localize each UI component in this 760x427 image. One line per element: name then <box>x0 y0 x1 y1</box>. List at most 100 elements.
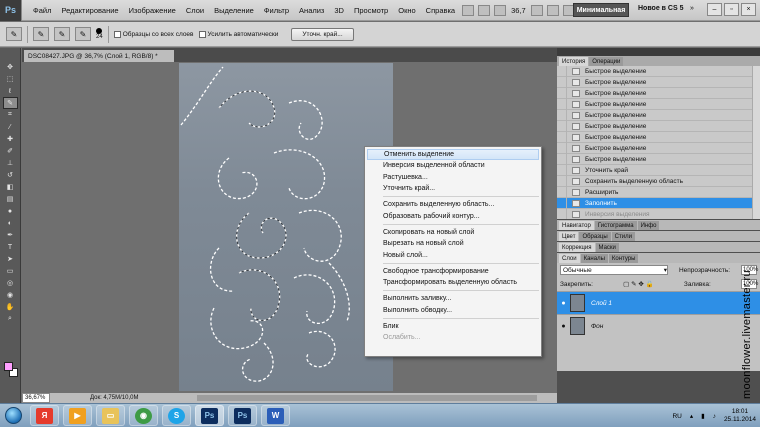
menu-analysis[interactable]: Анализ <box>294 6 329 15</box>
volume-icon[interactable]: ♪ <box>713 413 716 420</box>
workspace-essentials-button[interactable]: Минимальная <box>573 3 629 17</box>
history-brush-source[interactable] <box>557 208 567 219</box>
history-brush-source[interactable] <box>557 197 567 209</box>
shape-tool-icon[interactable]: ▭ <box>4 266 17 276</box>
tab-masks[interactable]: Маски <box>595 243 619 252</box>
dodge-tool-icon[interactable]: ◐ <box>4 218 17 228</box>
tab-swatches[interactable]: Образцы <box>579 232 611 241</box>
minibridge-icon[interactable] <box>478 4 491 16</box>
history-item[interactable]: Быстрое выделение <box>557 87 760 99</box>
menu-filter[interactable]: Фильтр <box>259 6 294 15</box>
history-brush-source[interactable] <box>557 66 567 77</box>
minimize-icon[interactable]: – <box>707 3 722 16</box>
history-item[interactable]: Быстрое выделение <box>557 98 760 110</box>
path-selection-tool-icon[interactable]: ➤ <box>4 254 17 264</box>
arrange-documents-icon[interactable] <box>546 4 559 16</box>
layer-name[interactable]: Слой 1 <box>591 300 612 307</box>
layer-row[interactable]: ● Фон <box>557 314 760 337</box>
3d-rotate-tool-icon[interactable]: ◎ <box>4 278 17 288</box>
type-tool-icon[interactable]: T <box>4 242 17 252</box>
history-item[interactable]: Уточнить край <box>557 164 760 176</box>
history-item-selected[interactable]: Заполнить <box>557 197 760 209</box>
menu-item-refine-edge[interactable]: Уточнить край... <box>365 183 541 194</box>
eyedropper-tool-icon[interactable]: ⁄ <box>4 122 17 132</box>
history-brush-source[interactable] <box>557 87 567 99</box>
pen-tool-icon[interactable]: ✒ <box>4 230 17 240</box>
history-item[interactable]: Быстрое выделение <box>557 76 760 88</box>
tab-channels[interactable]: Каналы <box>580 254 608 263</box>
tab-history[interactable]: История <box>559 57 589 66</box>
workspace-more-icon[interactable]: » <box>690 5 694 12</box>
tab-layers[interactable]: Слои <box>559 254 580 263</box>
taskbar-media-button[interactable]: ▶ <box>63 405 92 426</box>
history-item[interactable]: Быстрое выделение <box>557 66 760 77</box>
menu-item-feather[interactable]: Растушевка... <box>365 172 541 183</box>
menu-edit[interactable]: Редактирование <box>56 6 123 15</box>
tab-navigator[interactable]: Навигатор <box>559 221 594 230</box>
layer-row-selected[interactable]: ● Слой 1 <box>557 291 760 314</box>
taskbar-photoshop2-button[interactable]: Ps <box>228 405 257 426</box>
history-item[interactable]: Быстрое выделение <box>557 120 760 132</box>
history-brush-source[interactable] <box>557 186 567 198</box>
quick-selection-tool-icon[interactable]: ✎ <box>2 97 18 109</box>
taskbar-photoshop-button[interactable]: Ps <box>195 405 224 426</box>
menu-item-stroke[interactable]: Выполнить обводку... <box>365 305 541 316</box>
auto-enhance-checkbox[interactable]: Усилить автоматически <box>198 30 278 38</box>
history-brush-source[interactable] <box>557 98 567 110</box>
new-selection-icon[interactable]: ✎ <box>33 27 49 41</box>
sample-all-layers-checkbox[interactable]: Образцы со всех слоев <box>113 30 194 38</box>
zoom-level[interactable]: 36,7 <box>511 6 526 15</box>
brush-tool-icon[interactable]: ✐ <box>4 146 17 156</box>
tab-adjustments[interactable]: Коррекция <box>559 243 595 252</box>
history-item[interactable]: Расширить <box>557 186 760 198</box>
history-item[interactable]: Быстрое выделение <box>557 142 760 154</box>
menu-window[interactable]: Окно <box>393 6 420 15</box>
tab-color[interactable]: Цвет <box>559 232 579 241</box>
history-item[interactable]: Сохранить выделенную область <box>557 175 760 187</box>
checkbox-icon[interactable] <box>113 30 121 38</box>
menu-item-make-work-path[interactable]: Образовать рабочий контур... <box>365 210 541 221</box>
eraser-tool-icon[interactable]: ◧ <box>4 182 17 192</box>
horizontal-scrollbar[interactable] <box>197 395 537 401</box>
bridge-icon[interactable] <box>462 4 475 16</box>
taskbar-chrome-button[interactable]: ◉ <box>129 405 158 426</box>
blend-mode-select[interactable]: Обычные ▾ <box>560 265 668 275</box>
eye-icon[interactable]: ● <box>557 323 570 330</box>
maximize-icon[interactable]: ▫ <box>724 3 739 16</box>
tab-histogram[interactable]: Гистограмма <box>594 221 637 230</box>
menu-3d[interactable]: 3D <box>329 6 349 15</box>
history-item[interactable]: Быстрое выделение <box>557 109 760 121</box>
healing-brush-tool-icon[interactable]: ✚ <box>4 134 17 144</box>
menu-view[interactable]: Просмотр <box>349 6 393 15</box>
document-tab[interactable]: DSC08427.JPG @ 36,7% (Слой 1, RGB/8) * <box>24 50 174 62</box>
history-brush-tool-icon[interactable]: ↺ <box>4 170 17 180</box>
tab-info[interactable]: Инфо <box>637 221 660 230</box>
start-button[interactable] <box>0 404 26 427</box>
hand-tool-icon[interactable]: ✋ <box>4 302 17 312</box>
menu-item-transform-selection[interactable]: Трансформировать выделенную область <box>365 277 541 288</box>
history-scrollbar[interactable] <box>752 66 760 219</box>
tray-expand-icon[interactable]: ▴ <box>690 412 693 420</box>
history-brush-source[interactable] <box>557 76 567 88</box>
tab-paths[interactable]: Контуры <box>608 254 639 263</box>
history-brush-source[interactable] <box>557 131 567 143</box>
taskbar-skype-button[interactable]: S <box>162 405 191 426</box>
menu-item-layer-via-cut[interactable]: Вырезать на новый слой <box>365 238 541 249</box>
lasso-tool-icon[interactable]: ℓ <box>4 86 17 96</box>
refine-edge-button[interactable]: Уточн. край... <box>291 27 354 41</box>
history-item[interactable]: Быстрое выделение <box>557 131 760 143</box>
menu-item-save-selection[interactable]: Сохранить выделенную область... <box>365 199 541 210</box>
3d-camera-tool-icon[interactable]: ◉ <box>4 290 17 300</box>
layer-name[interactable]: Фон <box>591 323 603 330</box>
menu-item-render-lighting[interactable]: Блик <box>365 321 541 332</box>
network-icon[interactable]: ▮ <box>701 412 705 420</box>
clock[interactable]: 18:01 25.11.2014 <box>724 408 756 424</box>
menu-item-layer-via-copy[interactable]: Скопировать на новый слой <box>365 227 541 238</box>
menu-select[interactable]: Выделение <box>209 6 259 15</box>
eye-icon[interactable]: ● <box>557 300 570 307</box>
clone-stamp-tool-icon[interactable]: ⊥ <box>4 158 17 168</box>
menu-item-fill[interactable]: Выполнить заливку... <box>365 293 541 304</box>
history-item[interactable]: Быстрое выделение <box>557 153 760 165</box>
tab-styles[interactable]: Стили <box>611 232 635 241</box>
menu-file[interactable]: Файл <box>28 6 56 15</box>
